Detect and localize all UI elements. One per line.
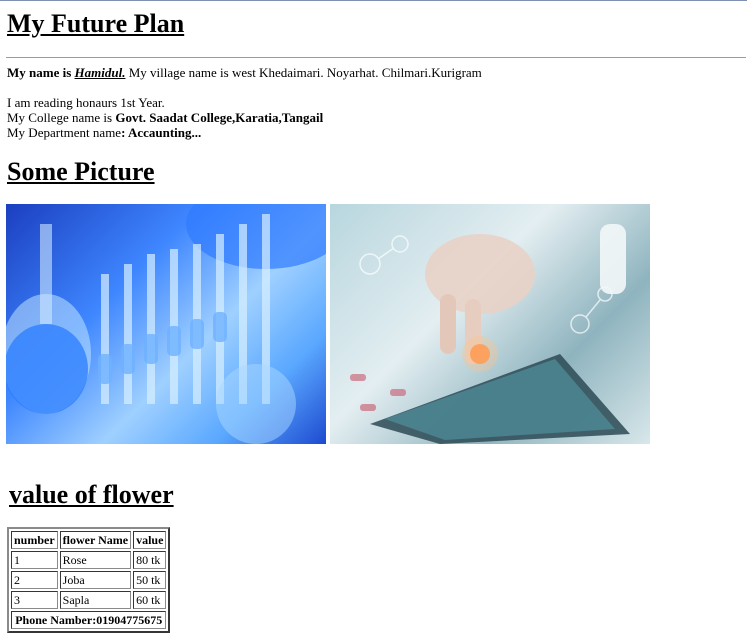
department-label: My Department name [7, 125, 122, 140]
flower-table: number flower Name value 1 Rose 80 tk 2 … [7, 527, 171, 633]
department-value: : Accaunting... [121, 125, 202, 140]
page-title: My Future Plan [7, 9, 185, 38]
village-text: My village name is west Khedaimari. Noya… [128, 65, 482, 80]
lab-glassware-photo [6, 204, 326, 444]
horizontal-rule [6, 57, 746, 58]
name-value: Hamidul. [74, 65, 126, 80]
column-header: flower Name [59, 531, 132, 549]
table-row: 3 Sapla 60 tk [11, 591, 167, 609]
flowers-heading: value of flower [9, 480, 174, 509]
name-label: My name is [7, 65, 72, 80]
table-cell: Rose [59, 551, 132, 569]
column-header: number [11, 531, 58, 549]
pictures-heading: Some Picture [7, 157, 155, 186]
table-cell: 3 [11, 591, 58, 609]
table-cell: Joba [59, 571, 132, 589]
name-line: My name is Hamidul. My village name is w… [7, 65, 482, 80]
college-value: Govt. Saadat College,Karatia,Tangail [115, 110, 324, 125]
table-header-row: number flower Name value [11, 531, 167, 549]
table-footer-row: Phone Namber:01904775675 [11, 611, 167, 629]
column-header: value [133, 531, 167, 549]
table-cell: 80 tk [133, 551, 167, 569]
table-row: 2 Joba 50 tk [11, 571, 167, 589]
reading-line: I am reading honaurs 1st Year. [7, 95, 165, 110]
department-line: My Department name: Accaunting... [7, 125, 201, 140]
table-cell: 2 [11, 571, 58, 589]
medical-tablet-illustration [350, 224, 630, 444]
college-line: My College name is Govt. Saadat College,… [7, 110, 323, 125]
table-cell: 50 tk [133, 571, 167, 589]
table-row: 1 Rose 80 tk [11, 551, 167, 569]
lab-glassware-illustration [6, 204, 326, 444]
table-cell: 1 [11, 551, 58, 569]
table-cell: Sapla [59, 591, 132, 609]
phone-number: Phone Namber:01904775675 [11, 611, 167, 629]
medical-tablet-photo [330, 204, 650, 444]
table-cell: 60 tk [133, 591, 167, 609]
college-label: My College name is [7, 110, 113, 125]
